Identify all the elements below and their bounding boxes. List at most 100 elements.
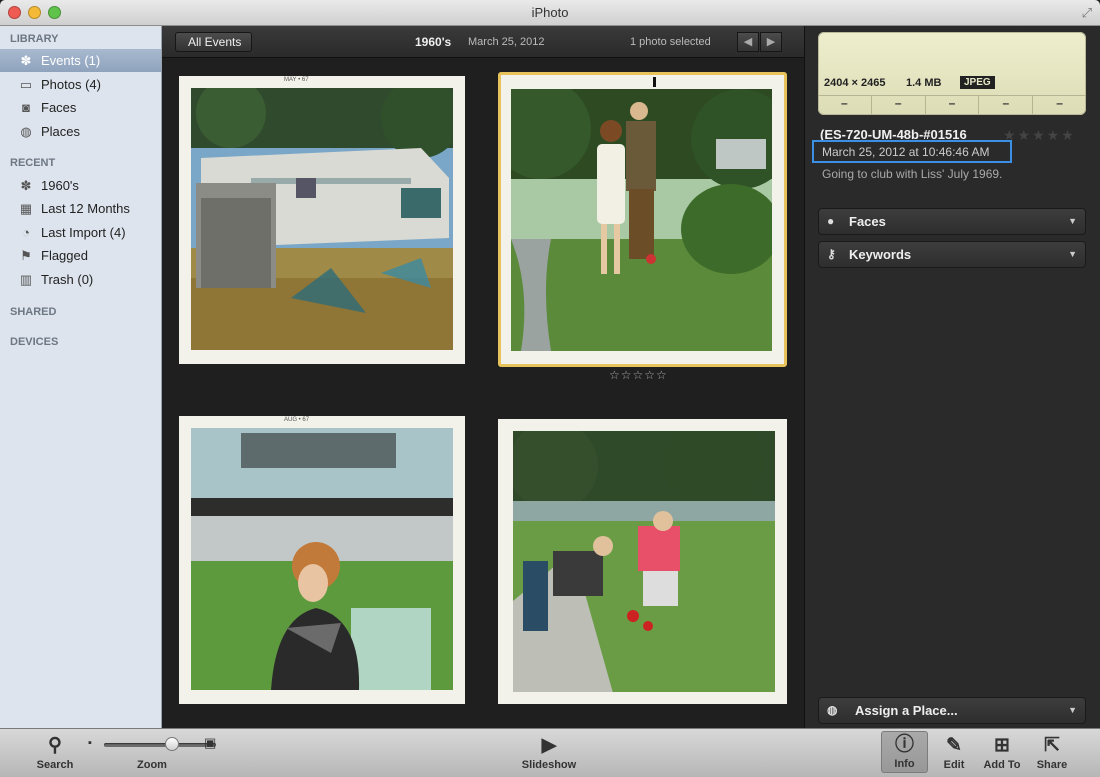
- sidebar-item-places[interactable]: ◍ Places: [0, 120, 161, 143]
- search-button[interactable]: ⚲ Search: [32, 733, 78, 771]
- keywords-section-toggle[interactable]: ⚷ Keywords ▼: [818, 241, 1086, 268]
- key-icon: ⚷: [827, 247, 836, 261]
- import-icon: ◔: [22, 225, 30, 240]
- photo-thumbnail-selected[interactable]: [498, 72, 787, 367]
- file-size: 1.4 MB: [906, 77, 942, 89]
- info-icon: ⓘ: [894, 734, 914, 755]
- window-title: iPhoto: [531, 5, 569, 20]
- plus-icon: ⊞: [994, 735, 1010, 756]
- slideshow-label: Slideshow: [521, 759, 577, 771]
- image-dimensions: 2404 × 2465: [824, 77, 886, 89]
- section-library: LIBRARY: [10, 33, 59, 45]
- globe-icon: ◍: [20, 123, 32, 139]
- fullscreen-icon[interactable]: ⤢: [1082, 5, 1092, 21]
- palm-tree-icon: ✽: [20, 177, 32, 193]
- sidebar-item-label: Last Import (4): [41, 225, 126, 240]
- add-to-button[interactable]: ⊞ Add To: [980, 733, 1024, 771]
- event-date: March 25, 2012: [468, 36, 545, 48]
- chevron-down-icon: ▼: [1068, 705, 1077, 715]
- info-panel: 2404 × 2465 1.4 MB JPEG – – – – – (ES-72…: [804, 26, 1100, 728]
- photo-thumbnail[interactable]: MAY • 67: [179, 76, 465, 364]
- photo-image: [191, 88, 453, 350]
- section-devices: DEVICES: [10, 336, 59, 348]
- search-label: Search: [36, 759, 74, 771]
- share-label: Share: [1036, 759, 1068, 771]
- file-type-badge: JPEG: [960, 76, 995, 89]
- print-mark: [653, 77, 656, 87]
- person-icon: ●: [827, 214, 835, 228]
- globe-icon: ◍: [827, 703, 838, 717]
- section-shared: SHARED: [10, 306, 57, 318]
- photo-image: [511, 89, 772, 352]
- sidebar-item-label: Trash (0): [41, 272, 94, 287]
- flag-icon: ⚑: [20, 247, 32, 263]
- sidebar-item-label: Places: [41, 124, 81, 139]
- info-button[interactable]: ⓘ Info: [881, 731, 928, 773]
- exif-value: –: [979, 96, 1034, 115]
- edit-button[interactable]: ✎ Edit: [937, 733, 971, 771]
- faces-icon: ◙: [22, 100, 30, 115]
- assign-place-label: Assign a Place...: [855, 703, 958, 718]
- photo-description-field[interactable]: Going to club with Liss' July 1969.: [822, 167, 1002, 181]
- chevron-down-icon: ▼: [1068, 216, 1077, 226]
- sidebar-item-last-import[interactable]: ◔ Last Import (4): [0, 221, 161, 244]
- edit-label: Edit: [943, 759, 965, 771]
- print-stamp: AUG • 67: [284, 417, 310, 423]
- previous-arrow-icon[interactable]: ◀: [737, 32, 759, 52]
- sidebar-item-label: Photos (4): [41, 77, 101, 92]
- trash-icon: ▥: [19, 271, 33, 287]
- add-to-label: Add To: [983, 759, 1021, 771]
- photo-image: [513, 431, 775, 692]
- rating-stars[interactable]: ★★★★★: [1003, 127, 1076, 144]
- exif-value: –: [926, 96, 980, 115]
- exif-value: –: [818, 96, 872, 115]
- title-bar: iPhoto ⤢: [0, 0, 1100, 26]
- zoom-large-icon: ▣: [204, 735, 217, 750]
- sidebar-item-1960s[interactable]: ✽ 1960's: [0, 174, 161, 197]
- next-arrow-icon[interactable]: ▶: [760, 32, 782, 52]
- chevron-down-icon: ▼: [1068, 249, 1077, 259]
- sidebar-item-events[interactable]: ✽ Events (1): [0, 49, 161, 72]
- bottom-toolbar: ⚲ Search Zoom ▶ Slideshow ⓘ Info ✎ Edit …: [0, 728, 1100, 777]
- play-icon: ▶: [541, 735, 557, 756]
- all-events-button[interactable]: All Events: [175, 32, 253, 52]
- photo-thumbnail[interactable]: AUG • 67: [179, 416, 465, 704]
- browser-header: All Events 1960's March 25, 2012 1 photo…: [162, 26, 804, 58]
- calendar-icon: ▦: [19, 200, 33, 216]
- sidebar-item-last-12-months[interactable]: ▦ Last 12 Months: [0, 197, 161, 220]
- zoom-slider-track[interactable]: [104, 743, 216, 747]
- photo-image: [191, 428, 453, 690]
- sidebar-item-label: Flagged: [41, 248, 88, 263]
- faces-label: Faces: [849, 214, 886, 229]
- selection-count: 1 photo selected: [630, 36, 711, 48]
- print-stamp: MAY • 67: [284, 77, 309, 83]
- share-button[interactable]: ⇱ Share: [1032, 733, 1072, 771]
- photo-thumbnail[interactable]: [498, 419, 787, 704]
- photo-rating-stars[interactable]: ☆☆☆☆☆: [609, 368, 668, 382]
- exif-values: – – – – –: [818, 95, 1086, 115]
- pencil-icon: ✎: [946, 735, 962, 756]
- exif-value: –: [1056, 96, 1063, 110]
- sidebar-item-label: 1960's: [41, 178, 79, 193]
- sidebar-item-label: Events (1): [41, 53, 101, 68]
- section-recent: RECENT: [10, 157, 56, 169]
- sidebar-item-label: Faces: [41, 100, 77, 115]
- sidebar-item-faces[interactable]: ◙ Faces: [0, 96, 161, 119]
- photos-icon: ▭: [19, 76, 33, 92]
- photo-date[interactable]: March 25, 2012 at 10:46:46 AM: [822, 145, 989, 159]
- zoom-small-icon: ▪: [88, 737, 92, 749]
- event-name: 1960's: [415, 35, 452, 49]
- sidebar: LIBRARY ✽ Events (1) ▭ Photos (4) ◙ Face…: [0, 26, 162, 728]
- sidebar-item-photos[interactable]: ▭ Photos (4): [0, 73, 161, 96]
- slideshow-button[interactable]: ▶ Slideshow: [515, 733, 583, 771]
- sidebar-item-flagged[interactable]: ⚑ Flagged: [0, 244, 161, 267]
- sidebar-item-trash[interactable]: ▥ Trash (0): [0, 268, 161, 291]
- keywords-label: Keywords: [849, 247, 912, 262]
- assign-place-toggle[interactable]: ◍ Assign a Place... ▼: [818, 697, 1086, 724]
- faces-section-toggle[interactable]: ● Faces ▼: [818, 208, 1086, 235]
- zoom-label: Zoom: [137, 759, 167, 771]
- zoom-slider-knob[interactable]: [164, 737, 179, 751]
- search-icon: ⚲: [48, 735, 62, 756]
- share-icon: ⇱: [1044, 735, 1060, 756]
- info-label: Info: [894, 758, 915, 770]
